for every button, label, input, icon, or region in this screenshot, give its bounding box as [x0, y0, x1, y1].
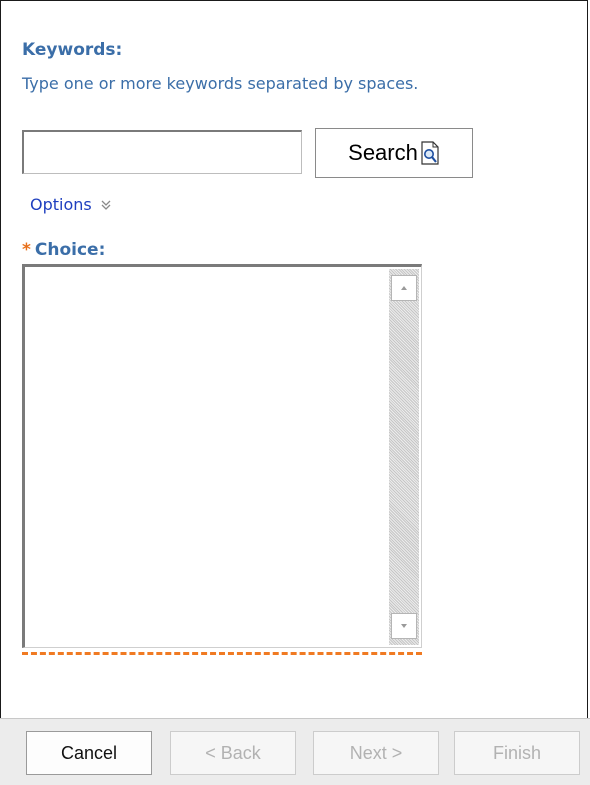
next-button[interactable]: Next >	[313, 731, 439, 775]
scroll-up-button[interactable]	[391, 275, 417, 301]
keywords-label: Keywords:	[22, 40, 123, 60]
arrow-up-icon	[401, 286, 407, 290]
search-button[interactable]: Search	[315, 128, 473, 178]
options-toggle[interactable]: Options	[30, 195, 112, 214]
choice-label: * Choice:	[22, 240, 105, 260]
back-button[interactable]: < Back	[170, 731, 296, 775]
scroll-down-button[interactable]	[391, 613, 417, 639]
double-chevron-down-icon	[100, 199, 112, 211]
finish-button[interactable]: Finish	[454, 731, 580, 775]
wizard-footer: Cancel < Back Next > Finish	[0, 718, 590, 785]
search-document-icon	[420, 141, 440, 165]
search-button-label: Search	[348, 140, 418, 165]
cancel-button[interactable]: Cancel	[26, 731, 152, 775]
arrow-down-icon	[401, 624, 407, 628]
keywords-input[interactable]	[22, 130, 302, 174]
vertical-scrollbar[interactable]	[389, 269, 419, 645]
choice-label-text: Choice:	[34, 240, 106, 260]
keywords-hint: Type one or more keywords separated by s…	[22, 74, 419, 93]
options-label: Options	[30, 195, 92, 214]
required-marker: *	[22, 240, 31, 260]
choice-listbox[interactable]	[22, 264, 422, 648]
required-indicator-line	[22, 652, 422, 655]
